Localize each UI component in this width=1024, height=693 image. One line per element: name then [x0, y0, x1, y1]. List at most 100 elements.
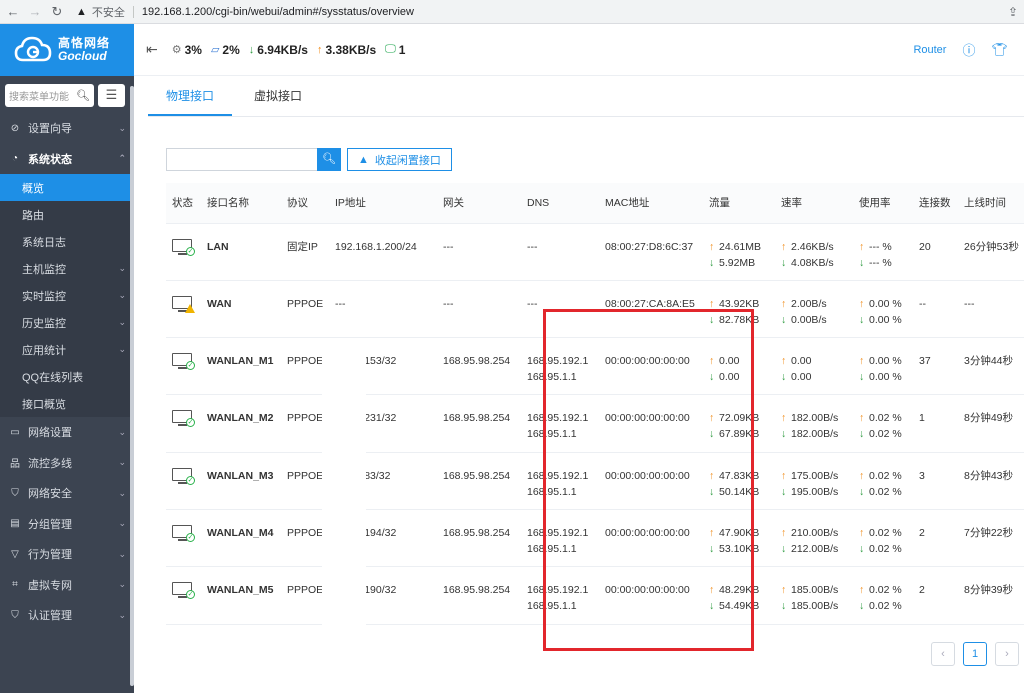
interface-search-input[interactable]	[166, 148, 317, 171]
blank-overlay	[322, 340, 366, 632]
sidebar-item-overview[interactable]: 概览	[0, 174, 134, 201]
back-icon[interactable]: ←	[6, 4, 20, 19]
mac-address: 08:00:27:D8:6C:37	[599, 223, 703, 281]
memory-icon: ▱	[210, 44, 220, 56]
usage-up: ↑ 0.02 %	[859, 469, 902, 482]
chevron-down-icon: ⌄	[118, 290, 126, 300]
chevron-down-icon: ⌄	[118, 609, 126, 620]
reload-icon[interactable]: ↻	[50, 4, 64, 19]
rate-up: ↑ 210.00B/s	[781, 526, 839, 539]
gateway: 168.95.98.254	[437, 394, 521, 453]
branch-icon: 品	[10, 459, 20, 471]
warning-icon	[185, 303, 195, 313]
menu-list-button[interactable]: ☰	[98, 84, 125, 107]
sidebar-item-app-stats[interactable]: 应用统计 ⌄	[0, 336, 134, 363]
pagination: ‹ 1 ›	[931, 642, 1019, 666]
sidebar-item-network-security[interactable]: ⛉ 网络安全 ⌄	[0, 478, 134, 509]
arrow-down-icon: ↓	[781, 600, 787, 613]
status-cell: ✓	[166, 394, 201, 453]
chevron-down-icon: ⌄	[118, 263, 126, 273]
tshirt-theme-icon[interactable]: 👕︎	[991, 42, 1008, 58]
rate-up: ↑ 0.00	[781, 355, 812, 368]
col-name: 接口名称	[201, 183, 281, 224]
gateway: ---	[437, 280, 521, 339]
rate-down: ↓ 0.00B/s	[781, 313, 827, 326]
usage: ↑ 0.02 % ↓ 0.02 %	[853, 394, 913, 453]
connections: 3	[913, 452, 958, 510]
search-icon[interactable]: 🔍︎	[76, 89, 90, 102]
computer-status-icon: ✓	[172, 467, 195, 486]
traffic-up: ↑ 24.61MB	[709, 240, 762, 253]
arrow-up-icon: ↑	[781, 355, 787, 368]
connections: 37	[913, 337, 958, 396]
prev-page-button[interactable]: ‹	[931, 642, 955, 666]
status-cell: ✓	[166, 452, 201, 510]
next-page-button[interactable]: ›	[995, 642, 1019, 666]
address-bar[interactable]: ▲ 不安全 192.168.1.200/cgi-bin/webui/admin#…	[76, 4, 414, 20]
sidebar-item-network-settings[interactable]: ▭ 网络设置 ⌄	[0, 417, 134, 448]
sidebar-scrollbar[interactable]	[130, 86, 134, 686]
arrow-down-icon: ↓	[781, 313, 787, 326]
sidebar-item-behavior-management[interactable]: ▽ 行为管理 ⌄	[0, 539, 134, 570]
sidebar-menu: ⊘ 设置向导 ⌄ ◔ 系统状态 ⌃ 概览 路由 系统日志 主机监控 ⌄ 实时监控 ⌄ 历史监…	[0, 113, 134, 631]
menu-collapse-icon[interactable]: ⇤	[146, 41, 158, 58]
sidebar-item-group-management[interactable]: ▤ 分组管理 ⌄	[0, 509, 134, 540]
shield-icon: ⛉	[11, 487, 19, 499]
connections: 1	[913, 394, 958, 453]
rate: ↑ 0.00 ↓ 0.00	[775, 337, 853, 396]
menu-search-input[interactable]: 搜索菜单功能 🔍︎	[5, 84, 94, 107]
sidebar-item-system-status[interactable]: ◔ 系统状态 ⌃	[0, 144, 134, 175]
annotation-highlight-box	[543, 309, 754, 651]
cpu-usage: ⚙ 3%	[171, 42, 202, 57]
sidebar-item-qq-online[interactable]: QQ在线列表	[0, 363, 134, 390]
arrow-up-icon: ↑	[859, 297, 865, 310]
arrow-up-icon: ↑	[859, 412, 865, 425]
sidebar-item-vpn[interactable]: ⌗ 虚拟专网 ⌄	[0, 570, 134, 601]
table-header: 状态 接口名称 协议 IP地址 网关 DNS MAC地址 流量 速率 使用率 连…	[166, 183, 1024, 224]
rate-up: ↑ 2.46KB/s	[781, 240, 834, 253]
tab-physical-interfaces[interactable]: 物理接口	[148, 76, 233, 116]
forward-icon[interactable]: →	[28, 4, 42, 19]
sidebar-item-interface-overview[interactable]: 接口概览	[0, 390, 134, 417]
chevron-down-icon: ⌄	[118, 122, 126, 133]
usage-down: ↓ 0.02 %	[859, 485, 902, 498]
share-icon[interactable]: ⇪	[1008, 5, 1018, 19]
arrow-down-icon: ↓	[781, 256, 787, 269]
col-dns: DNS	[521, 183, 599, 224]
arrow-down-icon: ↓	[859, 256, 865, 269]
brand-name-en: Gocloud	[58, 49, 107, 63]
rate-down: ↓ 212.00B/s	[781, 542, 839, 555]
brand-logo[interactable]: 高恪网络 Gocloud	[0, 24, 134, 76]
router-link[interactable]: Router	[913, 44, 946, 56]
usage-down: ↓ 0.00 %	[859, 371, 902, 384]
search-button[interactable]: 🔍︎	[317, 148, 341, 171]
sidebar-item-flow-control[interactable]: 品流控多线 ⌄	[0, 448, 134, 479]
check-icon: ✓	[186, 475, 195, 485]
sidebar-item-host-monitor[interactable]: 主机监控 ⌄	[0, 255, 134, 282]
interface-name: WANLAN_M4	[201, 509, 281, 568]
sidebar-item-system-log[interactable]: 系统日志	[0, 228, 134, 255]
usage: ↑ 0.02 % ↓ 0.02 %	[853, 452, 913, 510]
collapse-idle-button[interactable]: ▲ 收起闲置接口	[347, 148, 452, 171]
rate: ↑ 2.00B/s ↓ 0.00B/s	[775, 280, 853, 339]
arrow-up-icon: ↑	[859, 526, 865, 539]
check-icon: ✓	[186, 590, 195, 600]
network-icon: ⌗	[12, 579, 18, 591]
page-number-button[interactable]: 1	[963, 642, 987, 666]
sidebar-item-history-monitor[interactable]: 历史监控 ⌄	[0, 309, 134, 336]
sidebar-item-auth-management[interactable]: ⛉ 认证管理 ⌄	[0, 600, 134, 631]
table-row[interactable]: ✓ LAN 固定IP 192.168.1.200/24 --- --- 08:00:27:D…	[166, 223, 1024, 281]
sidebar-item-setup-wizard[interactable]: ⊘ 设置向导 ⌄	[0, 113, 134, 144]
gateway: 168.95.98.254	[437, 337, 521, 396]
rate: ↑ 175.00B/s ↓ 195.00B/s	[775, 452, 853, 510]
tab-virtual-interfaces[interactable]: 虚拟接口	[236, 76, 320, 116]
info-icon[interactable]: ⓘ	[962, 40, 975, 59]
sidebar-item-routes[interactable]: 路由	[0, 201, 134, 228]
chevron-down-icon: ⌄	[118, 457, 126, 468]
check-icon: ✓	[186, 246, 195, 256]
connections: 2	[913, 509, 958, 568]
arrow-down-icon: ↓	[859, 428, 865, 441]
sidebar-item-realtime-monitor[interactable]: 实时监控 ⌄	[0, 282, 134, 309]
monitor-icon: ▭	[10, 426, 20, 438]
computer-icon: 🖵︎	[385, 43, 396, 55]
